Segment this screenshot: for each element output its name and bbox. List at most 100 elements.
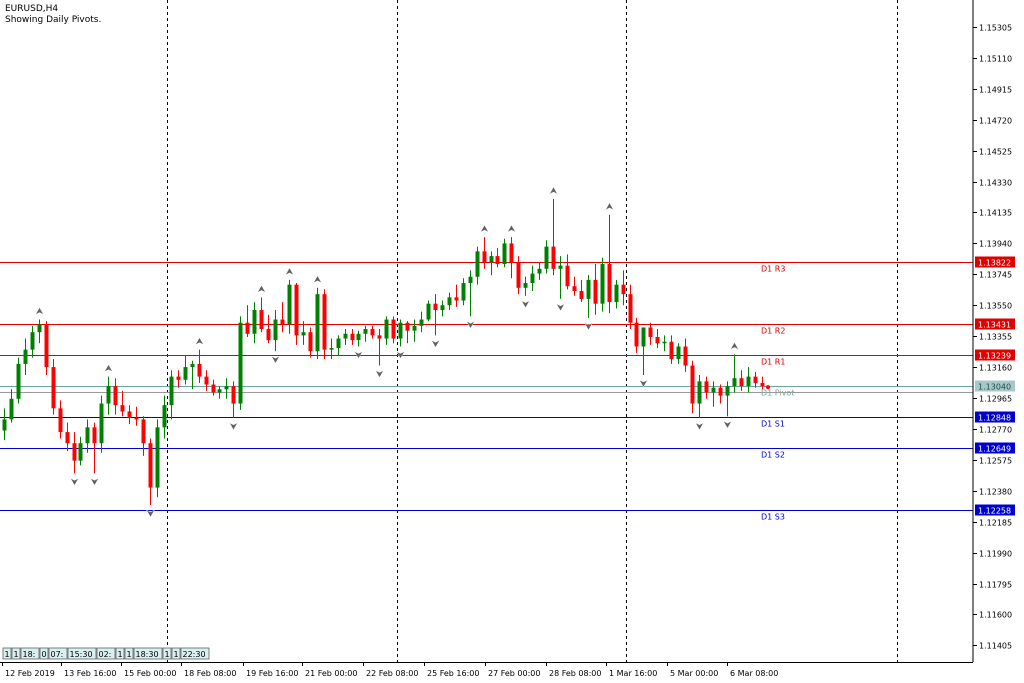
candle-body bbox=[9, 398, 14, 420]
x-tick-label: 22 Feb 08:00 bbox=[366, 669, 418, 678]
time-strip-label: 1 bbox=[174, 650, 179, 659]
time-strip-label: 1 bbox=[165, 650, 170, 659]
candle-body bbox=[655, 336, 660, 344]
pivot-name: D1 S3 bbox=[761, 513, 785, 522]
time-strip-label: 0 bbox=[42, 650, 47, 659]
y-tick-label: 1.12575 bbox=[979, 457, 1012, 466]
y-tick-label: 1.12380 bbox=[979, 488, 1012, 497]
fractal-down-arrow bbox=[722, 420, 733, 429]
y-tick-label: 1.12770 bbox=[979, 426, 1012, 435]
candle-body bbox=[99, 403, 104, 444]
time-strip-label: 1 bbox=[118, 650, 123, 659]
candle-body bbox=[44, 324, 49, 368]
fractal-down-arrow bbox=[145, 509, 156, 518]
pivot-price-label: 1.13822 bbox=[978, 259, 1011, 268]
candle-body bbox=[426, 303, 431, 320]
x-tick-label: 15 Feb 00:00 bbox=[124, 669, 176, 678]
candle-body bbox=[614, 284, 619, 303]
pivot-price-label: 1.12649 bbox=[978, 445, 1011, 454]
fractal-up-arrow bbox=[479, 224, 490, 233]
candle-body bbox=[683, 346, 688, 366]
pivot-price-label: 1.12258 bbox=[978, 507, 1011, 516]
candle-body bbox=[23, 349, 28, 364]
candle-body bbox=[495, 256, 500, 265]
x-tick-label: 5 Mar 00:00 bbox=[670, 669, 718, 678]
pivot-lines: D1 R3D1 R2D1 R1D1 PivotD1 S1D1 S2D1 S3 bbox=[0, 262, 973, 522]
candle-body bbox=[252, 310, 257, 334]
candle-body bbox=[760, 382, 765, 387]
candle-body bbox=[266, 329, 271, 341]
candle-body bbox=[231, 386, 236, 404]
y-tick-label: 1.14720 bbox=[979, 117, 1012, 126]
fractal-down-arrow bbox=[89, 477, 100, 486]
x-tick-label: 19 Feb 16:00 bbox=[246, 669, 298, 678]
candle-body bbox=[245, 322, 250, 334]
fractal-arrows bbox=[34, 186, 770, 518]
time-strip-label: 07: bbox=[51, 650, 64, 659]
candle-body bbox=[544, 246, 549, 269]
time-strip-label: 15:30 bbox=[70, 650, 93, 659]
price-chart[interactable]: D1 R3D1 R2D1 R1D1 PivotD1 S1D1 S2D1 S3 1… bbox=[0, 0, 1024, 683]
y-tick-label: 1.13355 bbox=[979, 333, 1012, 342]
candle-body bbox=[551, 246, 556, 269]
x-tick-label: 27 Feb 00:00 bbox=[488, 669, 540, 678]
candle-body bbox=[732, 378, 737, 387]
candle-body bbox=[447, 297, 452, 306]
candle-body bbox=[607, 264, 612, 303]
y-tick-label: 1.12965 bbox=[979, 395, 1012, 404]
candle-body bbox=[308, 332, 313, 352]
candle-body bbox=[412, 325, 417, 331]
candle-body bbox=[176, 376, 181, 380]
candle-body bbox=[350, 333, 355, 341]
time-strip-label: 22:30 bbox=[183, 650, 206, 659]
candle-body bbox=[72, 443, 77, 461]
fractal-down-arrow bbox=[374, 370, 385, 378]
candle-body bbox=[489, 256, 494, 263]
candle-body bbox=[586, 279, 591, 299]
candle-body bbox=[155, 427, 160, 488]
candle-body bbox=[433, 303, 438, 311]
candle-body bbox=[461, 283, 466, 301]
y-tick-label: 1.12185 bbox=[979, 519, 1012, 528]
y-tick-label: 1.11600 bbox=[979, 611, 1012, 620]
candle-body bbox=[148, 443, 153, 488]
candle-body bbox=[468, 276, 473, 284]
candle-body bbox=[419, 319, 424, 326]
candle-body bbox=[294, 284, 299, 336]
candles bbox=[2, 199, 765, 506]
candle-body bbox=[628, 294, 633, 323]
candle-body bbox=[440, 305, 445, 311]
candle-body bbox=[211, 384, 216, 393]
candle-body bbox=[169, 376, 174, 406]
current-price-dot bbox=[766, 385, 770, 390]
y-tick-label: 1.14135 bbox=[979, 209, 1012, 218]
candle-body bbox=[30, 332, 35, 350]
x-tick-label: 18 Feb 08:00 bbox=[184, 669, 236, 678]
y-tick-label: 1.11990 bbox=[979, 550, 1012, 559]
pivot-name: D1 S1 bbox=[761, 420, 785, 429]
pivot-price-label: 1.12848 bbox=[978, 414, 1011, 423]
y-tick-label: 1.13745 bbox=[979, 271, 1012, 280]
candle-body bbox=[336, 338, 341, 349]
fractal-up-arrow bbox=[284, 267, 295, 276]
candle-body bbox=[739, 378, 744, 387]
price-axis: 1.15305 1.15110 1.14915 1.14720 1.14525 1.143… bbox=[972, 0, 1012, 662]
y-tick-label: 1.15305 bbox=[979, 24, 1012, 33]
candle-body bbox=[516, 262, 521, 288]
candle-body bbox=[454, 297, 459, 301]
y-tick-label: 1.13550 bbox=[979, 302, 1012, 311]
fractal-down-arrow bbox=[555, 303, 566, 312]
candle-body bbox=[475, 251, 480, 277]
candle-body bbox=[65, 432, 70, 444]
candle-body bbox=[704, 381, 709, 393]
fractal-down-arrow bbox=[69, 477, 80, 486]
candle-body bbox=[92, 427, 97, 444]
candle-body bbox=[558, 265, 563, 269]
candle-body bbox=[662, 341, 667, 344]
candle-body bbox=[600, 264, 605, 304]
candle-body bbox=[78, 443, 83, 461]
time-axis: 12 Feb 2019 13 Feb 16:00 15 Feb 00:00 18 Fe… bbox=[0, 662, 973, 678]
candle-body bbox=[690, 365, 695, 404]
y-tick-label: 1.13160 bbox=[979, 364, 1012, 373]
candle-body bbox=[530, 273, 535, 284]
